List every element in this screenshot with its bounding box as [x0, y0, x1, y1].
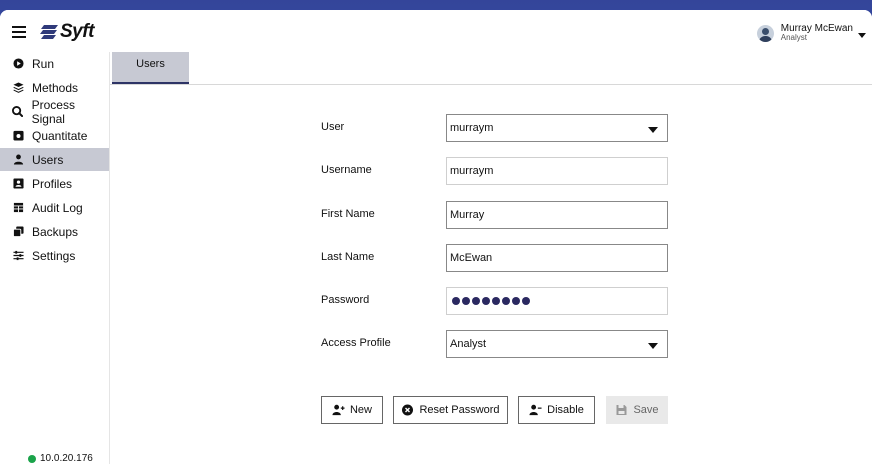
password-dot [452, 297, 460, 305]
new-user-button[interactable]: New [321, 396, 383, 424]
layers-icon [12, 82, 24, 94]
password-field[interactable] [446, 287, 668, 315]
user-select[interactable]: murraym [446, 114, 668, 142]
new-button-label: New [349, 404, 372, 416]
password-dot [502, 297, 510, 305]
username-value: murraym [450, 165, 494, 177]
save-button-label: Save [633, 404, 659, 416]
sidebar-item-methods[interactable]: Methods [0, 76, 109, 99]
access-profile-value: Analyst [450, 338, 487, 350]
ip-address: 10.0.20.176 [40, 453, 93, 464]
password-dot [462, 297, 470, 305]
tab-users[interactable]: Users [112, 52, 189, 84]
close-circle-icon [402, 404, 414, 416]
first-name-value: Murray [450, 209, 485, 221]
reset-password-label: Reset Password [419, 404, 500, 416]
username-row: Username murraym [321, 157, 669, 185]
password-row: Password [321, 287, 669, 315]
status-dot-icon [28, 454, 36, 463]
sidebar-item-label: Profiles [32, 176, 73, 191]
save-button[interactable]: Save [606, 396, 668, 424]
disable-button-label: Disable [547, 404, 584, 416]
sidebar-item-profiles[interactable]: Profiles [0, 172, 109, 195]
chevron-down-icon[interactable] [858, 32, 866, 38]
user-select-value: murraym [450, 122, 494, 134]
username-field[interactable]: murraym [446, 157, 668, 185]
app-window: Syft Murray McEwan Analyst Run Methods P… [0, 10, 872, 464]
connection-status: 10.0.20.176 [28, 453, 93, 464]
profile-card-icon [12, 178, 24, 190]
calculator-icon [12, 130, 24, 142]
last-name-label: Last Name [321, 251, 375, 263]
user-row: User murraym [321, 114, 669, 142]
access-profile-row: Access Profile Analyst [321, 330, 669, 358]
copy-icon [12, 226, 24, 238]
sidebar-item-process-signal[interactable]: Process Signal [0, 97, 109, 126]
password-dot [482, 297, 490, 305]
sidebar-item-users[interactable]: Users [0, 148, 109, 171]
sidebar-item-label: Backups [32, 224, 79, 239]
user-role: Analyst [780, 33, 807, 43]
sidebar-item-label: Quantitate [32, 128, 88, 143]
remove-user-icon [529, 404, 542, 416]
password-mask [452, 297, 532, 305]
sliders-icon [12, 250, 24, 262]
sidebar-item-label: Settings [32, 248, 76, 263]
avatar [756, 24, 774, 42]
add-user-icon [332, 404, 345, 416]
sidebar-item-label: Audit Log [32, 200, 83, 215]
table-icon [12, 202, 24, 214]
save-icon [616, 405, 627, 415]
logo-text: Syft [60, 21, 94, 42]
first-name-row: First Name Murray [321, 201, 669, 229]
app-logo: Syft [40, 20, 94, 44]
sidebar-item-label: Users [32, 152, 64, 167]
sidebar-item-label: Methods [32, 80, 79, 95]
access-profile-select[interactable]: Analyst [446, 330, 668, 358]
password-dot [492, 297, 500, 305]
sidebar-item-backups[interactable]: Backups [0, 220, 109, 243]
first-name-field[interactable]: Murray [446, 201, 668, 229]
password-dot [522, 297, 530, 305]
user-icon [12, 154, 24, 166]
password-dot [472, 297, 480, 305]
password-dot [512, 297, 520, 305]
last-name-field[interactable]: McEwan [446, 244, 668, 272]
tab-bar: Users [110, 52, 872, 85]
username-label: Username [321, 164, 372, 176]
chevron-down-icon [648, 343, 658, 349]
magnify-icon [12, 106, 24, 118]
sidebar-item-quantitate[interactable]: Quantitate [0, 124, 109, 147]
reset-password-button[interactable]: Reset Password [393, 396, 508, 424]
disable-user-button[interactable]: Disable [518, 396, 595, 424]
access-profile-label: Access Profile [321, 337, 391, 349]
user-label: User [321, 121, 345, 133]
first-name-label: First Name [321, 208, 375, 220]
sidebar-item-audit-log[interactable]: Audit Log [0, 196, 109, 219]
menu-icon[interactable] [12, 26, 26, 38]
sidebar-item-run[interactable]: Run [0, 52, 109, 75]
sidebar-item-label: Run [32, 56, 55, 71]
sidebar-item-settings[interactable]: Settings [0, 244, 109, 267]
password-label: Password [321, 294, 370, 306]
last-name-row: Last Name McEwan [321, 244, 669, 272]
logo-icon [40, 25, 58, 39]
last-name-value: McEwan [450, 252, 493, 264]
chevron-down-icon [648, 127, 658, 133]
app-header: Syft Murray McEwan Analyst [0, 10, 872, 52]
user-menu[interactable]: Murray McEwan Analyst [756, 20, 866, 46]
sidebar-item-label: Process Signal [31, 97, 75, 126]
sidebar: Run Methods Process Signal Quantitate Us… [0, 52, 110, 464]
play-circle-icon [12, 58, 24, 70]
